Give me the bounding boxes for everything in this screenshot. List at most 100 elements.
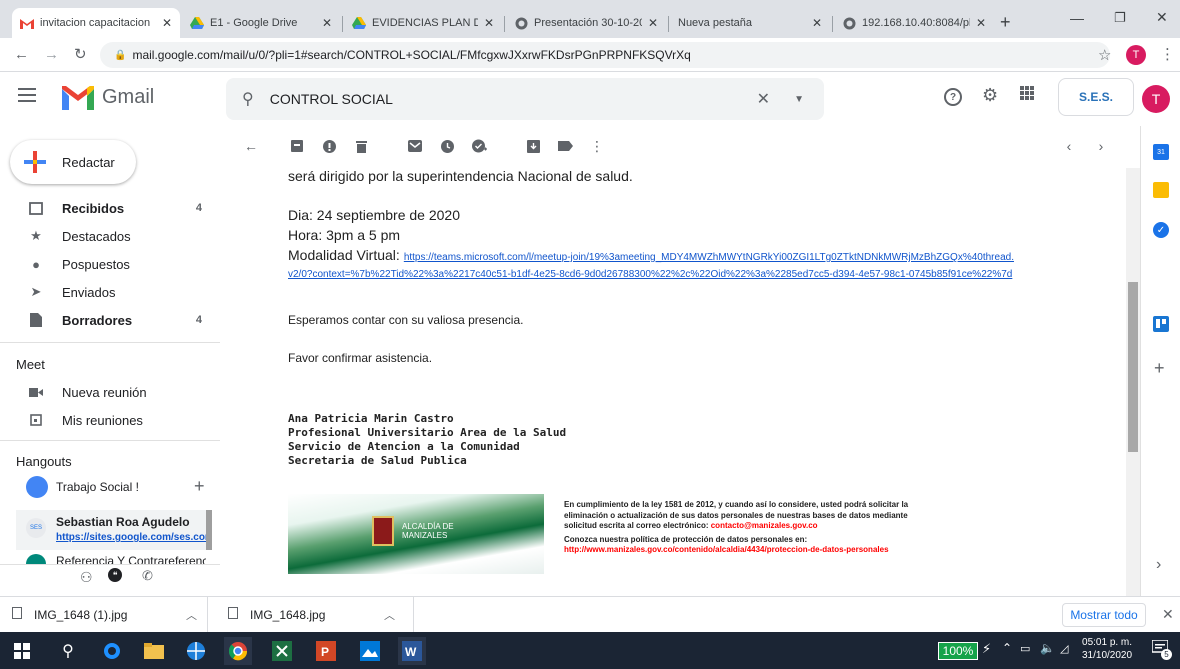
notification-center-icon[interactable]: 5	[1151, 639, 1172, 660]
new-tab-button[interactable]: +	[1000, 12, 1011, 33]
calendar-app-icon[interactable]: 31	[1153, 144, 1169, 160]
close-tab-icon[interactable]: ✕	[648, 16, 658, 30]
globe-app-icon[interactable]	[182, 637, 210, 665]
add-contact-icon[interactable]: +	[194, 476, 205, 497]
contact-link[interactable]: https://sites.google.com/ses.com.	[56, 532, 206, 543]
clock[interactable]: 05:01 p. m. 31/10/2020	[1082, 636, 1132, 662]
power-plug-icon[interactable]: ⚡	[982, 641, 991, 657]
snooze-icon[interactable]	[438, 136, 456, 156]
chevron-up-icon[interactable]: ⌃	[1002, 641, 1012, 655]
sidebar-item-inbox[interactable]: Recibidos 4	[0, 194, 218, 222]
account-avatar[interactable]: T	[1142, 85, 1170, 113]
chrome-icon[interactable]	[224, 637, 252, 665]
close-tab-icon[interactable]: ✕	[812, 16, 822, 30]
battery-indicator[interactable]: 100%	[938, 642, 978, 660]
more-options-icon[interactable]: ⋮	[588, 136, 606, 156]
tab-gmail[interactable]: invitacion capacitacion ✕	[12, 8, 180, 38]
download-item[interactable]: IMG_1648.jpg ︿	[216, 597, 414, 633]
archive-icon[interactable]	[288, 136, 306, 156]
tab-local-server[interactable]: 192.168.10.40:8084/pla ✕	[834, 8, 994, 38]
search-icon[interactable]: ⚲	[242, 89, 254, 109]
tab-presentacion[interactable]: Presentación 30-10-20 ✕	[506, 8, 666, 38]
chevron-up-icon[interactable]: ︿	[186, 607, 197, 623]
chevron-up-icon[interactable]: ︿	[384, 607, 395, 623]
hangouts-chat-icon[interactable]: ❝	[108, 568, 122, 582]
cortana-icon[interactable]	[98, 637, 126, 665]
compose-button[interactable]: Redactar	[10, 140, 136, 184]
photos-icon[interactable]	[356, 637, 384, 665]
close-tab-icon[interactable]: ✕	[484, 16, 494, 30]
wifi-icon[interactable]: ◿	[1060, 642, 1068, 655]
search-input[interactable]: CONTROL SOCIAL	[270, 91, 393, 107]
meet-new-meeting[interactable]: Nueva reunión	[0, 378, 218, 406]
download-item[interactable]: IMG_1648 (1).jpg ︿	[0, 597, 208, 633]
sidebar-item-snoozed[interactable]: ● Pospuestos	[0, 250, 218, 278]
back-arrow-icon[interactable]: ←	[14, 46, 29, 63]
hamburger-menu-icon[interactable]	[18, 88, 36, 102]
help-icon[interactable]: ?	[944, 88, 962, 106]
delete-icon[interactable]	[352, 136, 370, 156]
word-icon[interactable]: W	[398, 637, 426, 665]
show-all-downloads-button[interactable]: Mostrar todo	[1062, 603, 1146, 627]
clear-search-icon[interactable]: ✕	[757, 89, 770, 109]
windows-start-icon[interactable]	[8, 637, 36, 665]
search-icon[interactable]: ⚲	[54, 637, 82, 665]
move-to-icon[interactable]	[524, 136, 542, 156]
tab-drive[interactable]: E1 - Google Drive ✕	[182, 8, 340, 38]
forward-arrow-icon[interactable]: →	[44, 46, 59, 63]
expand-panel-icon[interactable]: ›	[1156, 556, 1161, 574]
network-icon[interactable]: ▭	[1020, 642, 1030, 655]
file-explorer-icon[interactable]	[140, 637, 168, 665]
reload-icon[interactable]: ↻	[74, 45, 87, 63]
add-to-tasks-icon[interactable]	[470, 136, 488, 156]
excel-icon[interactable]	[268, 637, 296, 665]
powerpoint-icon[interactable]: P	[312, 637, 340, 665]
next-message-icon[interactable]: ›	[1092, 136, 1110, 156]
close-tab-icon[interactable]: ✕	[322, 16, 332, 30]
restore-button[interactable]: ❐	[1114, 10, 1126, 26]
minimize-button[interactable]: —	[1070, 10, 1084, 26]
organization-logo[interactable]: S.E.S.	[1058, 78, 1134, 116]
label-icon[interactable]	[556, 136, 574, 156]
hangouts-contact[interactable]: SES Sebastian Roa Agudelo https://sites.…	[16, 510, 210, 550]
hangouts-user-avatar[interactable]	[26, 476, 48, 498]
url-field[interactable]: 🔒 mail.google.com/mail/u/0/?pli=1#search…	[100, 42, 1110, 68]
close-window-button[interactable]: ✕	[1156, 9, 1168, 26]
close-tab-icon[interactable]: ✕	[976, 16, 986, 30]
meet-my-meetings[interactable]: Mis reuniones	[0, 406, 218, 434]
apps-grid-icon[interactable]	[1020, 86, 1034, 100]
search-options-icon[interactable]: ▼	[794, 94, 804, 105]
message-scrollbar-thumb[interactable]	[1128, 282, 1138, 452]
browser-menu-icon[interactable]: ⋮	[1160, 45, 1175, 63]
tab-evidencias[interactable]: EVIDENCIAS PLAN DE A ✕	[344, 8, 502, 38]
person-icon[interactable]: ⚇	[80, 569, 93, 586]
hangouts-user-name[interactable]: Trabajo Social !	[56, 480, 162, 494]
tab-nueva[interactable]: Nueva pestaña ✕	[670, 8, 830, 38]
close-tab-icon[interactable]: ✕	[162, 16, 172, 30]
search-bar[interactable]: ⚲ CONTROL SOCIAL ✕ ▼	[226, 78, 824, 120]
trello-app-icon[interactable]	[1153, 316, 1169, 332]
tasks-app-icon[interactable]: ✓	[1153, 222, 1169, 238]
message-scrollbar-track[interactable]	[1126, 168, 1140, 596]
phone-icon[interactable]: ✆	[142, 568, 153, 584]
sidebar-item-sent[interactable]: ➤ Enviados	[0, 278, 218, 306]
keep-app-icon[interactable]	[1153, 182, 1169, 198]
teams-meeting-link[interactable]: https://teams.microsoft.com/l/meetup-joi…	[404, 252, 1014, 263]
volume-icon[interactable]: 🔈	[1040, 641, 1055, 655]
previous-message-icon[interactable]: ‹	[1060, 136, 1078, 156]
teams-meeting-link-continued[interactable]: v2/0?context=%7b%22Tid%22%3a%2217c40c51-…	[288, 269, 1012, 280]
back-to-list-icon[interactable]: ←	[242, 136, 260, 156]
sidebar-item-starred[interactable]: ★ Destacados	[0, 222, 218, 250]
contact-name[interactable]: Referencia Y Contrareferencia	[56, 554, 206, 564]
add-addon-icon[interactable]: +	[1154, 358, 1165, 379]
privacy-policy-link[interactable]: http://www.manizales.gov.co/contenido/al…	[564, 545, 924, 556]
mark-unread-icon[interactable]	[406, 136, 424, 156]
close-downloads-icon[interactable]: ✕	[1162, 606, 1174, 623]
gmail-logo-icon[interactable]	[62, 86, 94, 110]
settings-gear-icon[interactable]: ⚙	[982, 85, 998, 106]
hangouts-scrollbar[interactable]	[206, 510, 212, 550]
profile-avatar[interactable]: T	[1126, 45, 1146, 65]
sidebar-item-drafts[interactable]: Borradores 4	[0, 306, 218, 334]
bookmark-star-icon[interactable]: ☆	[1098, 46, 1111, 64]
contact-email-link[interactable]: contacto@manizales.gov.co	[711, 521, 818, 530]
